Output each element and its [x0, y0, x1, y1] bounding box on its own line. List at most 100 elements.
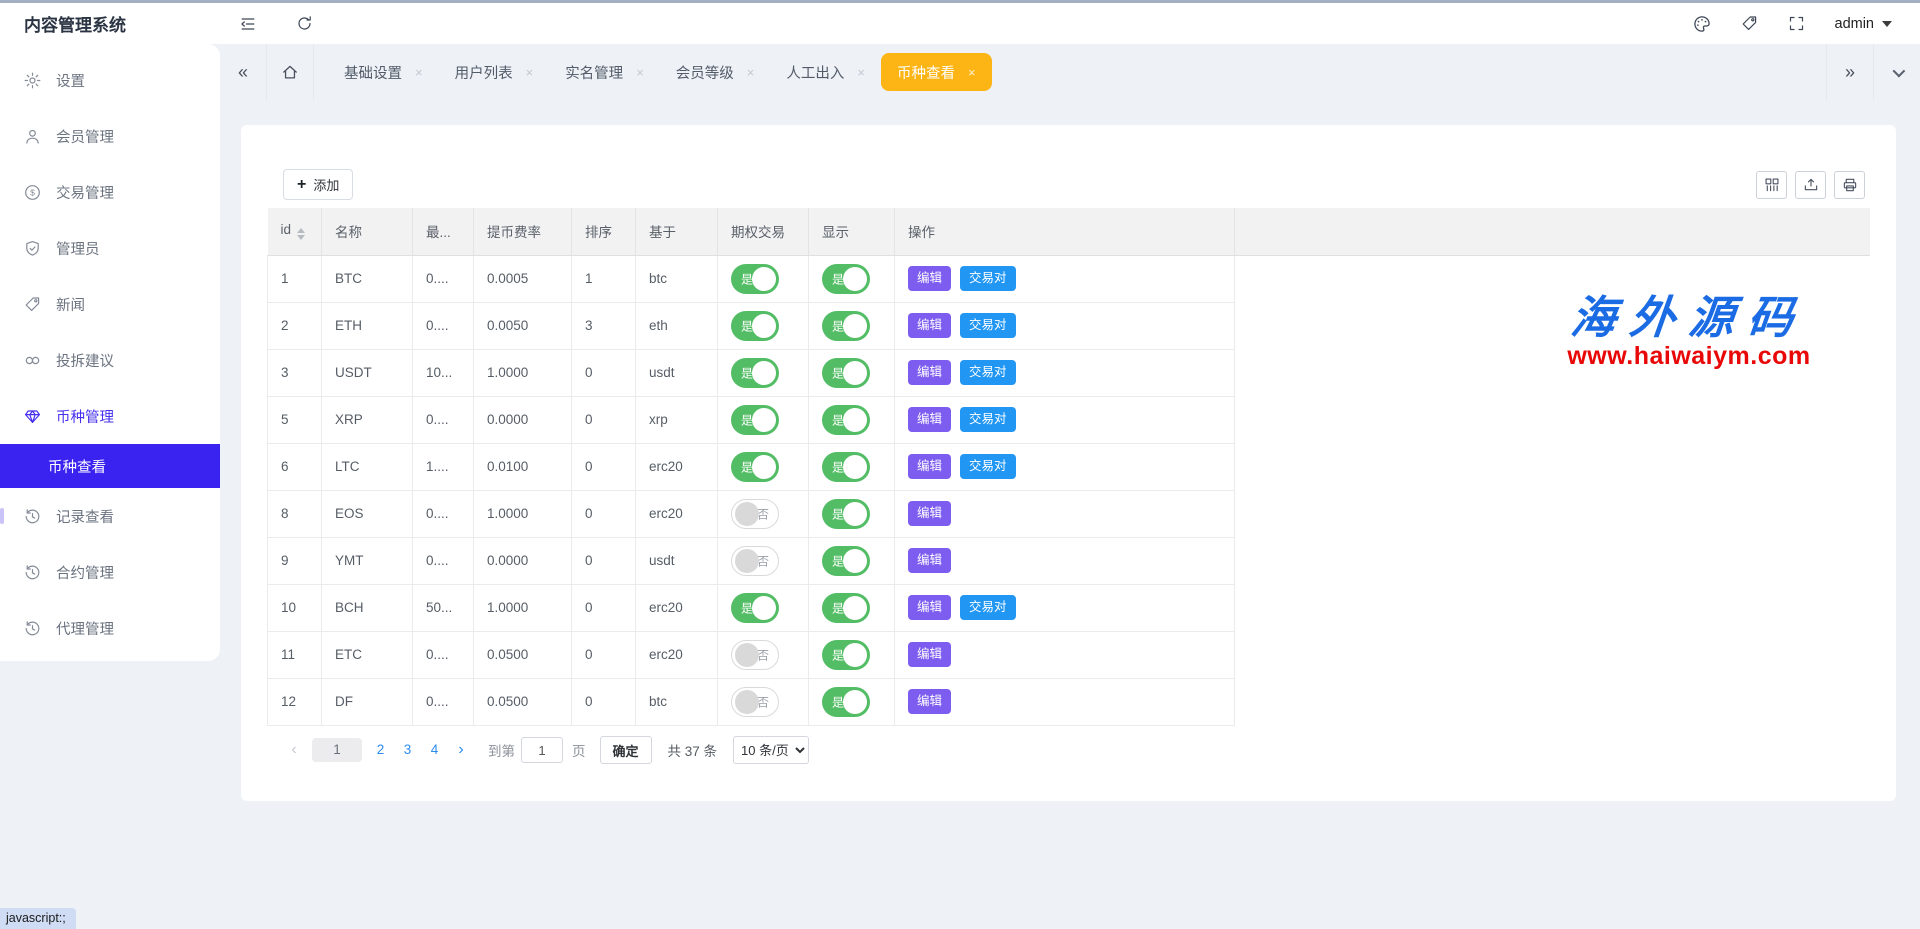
edit-button[interactable]: 编辑	[908, 548, 951, 573]
sort-icon[interactable]	[297, 228, 305, 240]
show-toggle[interactable]: 是	[822, 452, 870, 482]
show-toggle[interactable]: 是	[822, 405, 870, 435]
cell-show: 是	[809, 584, 895, 631]
sidebar-item-contracts[interactable]: 合约管理	[0, 544, 220, 600]
cell-base: usdt	[636, 349, 718, 396]
tab-basic-settings[interactable]: 基础设置×	[328, 52, 439, 92]
edit-button[interactable]: 编辑	[908, 454, 951, 479]
show-toggle[interactable]: 是	[822, 264, 870, 294]
sidebar-item-trades[interactable]: $交易管理	[0, 164, 220, 220]
tab-coin-view[interactable]: 币种查看×	[881, 53, 992, 91]
theme-palette-icon[interactable]	[1693, 15, 1711, 33]
trade-pair-button[interactable]: 交易对	[960, 454, 1016, 479]
page-number-4[interactable]: 4	[421, 742, 448, 757]
close-icon[interactable]: ×	[857, 65, 865, 80]
trade-pair-button[interactable]: 交易对	[960, 360, 1016, 385]
cell-max-value: 0....	[426, 506, 449, 521]
option-toggle[interactable]: 否	[731, 499, 779, 529]
edit-button[interactable]: 编辑	[908, 266, 951, 291]
edit-button[interactable]: 编辑	[908, 689, 951, 714]
trade-pair-button[interactable]: 交易对	[960, 266, 1016, 291]
prev-page-button[interactable]: ‹	[281, 741, 307, 759]
goto-confirm-button[interactable]: 确定	[600, 736, 652, 764]
show-toggle[interactable]: 是	[822, 640, 870, 670]
edit-button[interactable]: 编辑	[908, 501, 951, 526]
page-number-2[interactable]: 2	[367, 742, 394, 757]
sidebar-item-feedback[interactable]: 投拆建议	[0, 332, 220, 388]
sidebar-item-agents[interactable]: 代理管理	[0, 600, 220, 656]
show-toggle[interactable]: 是	[822, 687, 870, 717]
user-menu[interactable]: admin	[1835, 16, 1893, 32]
cell-max: 0....	[413, 490, 474, 537]
toggle-knob	[735, 690, 759, 714]
sidebar-item-news[interactable]: 新闻	[0, 276, 220, 332]
page-number-1[interactable]: 1	[312, 738, 362, 762]
cell-option: 是	[718, 349, 809, 396]
trade-pair-button[interactable]: 交易对	[960, 595, 1016, 620]
sidebar-item-settings[interactable]: 设置	[0, 52, 220, 108]
edit-button[interactable]: 编辑	[908, 360, 951, 385]
refresh-button[interactable]	[276, 15, 332, 32]
edit-button[interactable]: 编辑	[908, 642, 951, 667]
option-toggle[interactable]: 是	[731, 452, 779, 482]
option-toggle[interactable]: 是	[731, 311, 779, 341]
cell-base-value: usdt	[649, 365, 675, 380]
tabs-scroll-right-button[interactable]: »	[1827, 44, 1873, 100]
close-icon[interactable]: ×	[747, 65, 755, 80]
tab-user-list[interactable]: 用户列表×	[439, 52, 550, 92]
sidebar: 设置会员管理$交易管理管理员新闻投拆建议币种管理币种查看记录查看合约管理代理管理	[0, 44, 220, 661]
option-toggle[interactable]: 否	[731, 546, 779, 576]
goto-page-input[interactable]	[521, 737, 563, 763]
cell-id: 6	[268, 443, 322, 490]
tab-member-level[interactable]: 会员等级×	[660, 52, 771, 92]
fullscreen-icon[interactable]	[1788, 15, 1805, 32]
menu-fold-button[interactable]	[220, 15, 276, 33]
tab-manual-io[interactable]: 人工出入×	[770, 52, 881, 92]
sidebar-item-members[interactable]: 会员管理	[0, 108, 220, 164]
show-toggle[interactable]: 是	[822, 499, 870, 529]
page-number-3[interactable]: 3	[394, 742, 421, 757]
trade-pair-button[interactable]: 交易对	[960, 407, 1016, 432]
edit-button[interactable]: 编辑	[908, 313, 951, 338]
next-page-button[interactable]: ›	[448, 741, 474, 759]
close-icon[interactable]: ×	[636, 65, 644, 80]
cell-sort-value: 0	[585, 459, 593, 474]
tag-icon[interactable]	[1741, 15, 1758, 32]
show-toggle[interactable]: 是	[822, 358, 870, 388]
tab-realname[interactable]: 实名管理×	[549, 52, 660, 92]
close-icon[interactable]: ×	[415, 65, 423, 80]
show-toggle[interactable]: 是	[822, 546, 870, 576]
print-button[interactable]	[1834, 171, 1865, 199]
page-size-select[interactable]: 10 条/页	[733, 736, 809, 764]
tabs-scroll-left-button[interactable]: «	[220, 44, 266, 100]
trade-pair-button[interactable]: 交易对	[960, 313, 1016, 338]
close-icon[interactable]: ×	[968, 65, 976, 80]
column-header-0[interactable]: id	[268, 208, 322, 255]
edit-button[interactable]: 编辑	[908, 407, 951, 432]
show-toggle[interactable]: 是	[822, 593, 870, 623]
edit-button[interactable]: 编辑	[908, 595, 951, 620]
sidebar-item-admins[interactable]: 管理员	[0, 220, 220, 276]
close-icon[interactable]: ×	[526, 65, 534, 80]
show-toggle[interactable]: 是	[822, 311, 870, 341]
option-toggle[interactable]: 是	[731, 358, 779, 388]
option-toggle[interactable]: 是	[731, 593, 779, 623]
coin-table: id名称最...提币费率排序基于期权交易显示操作 1BTC0....0.0005…	[267, 208, 1870, 726]
cell-id-value: 6	[281, 459, 289, 474]
cell-name: DF	[322, 678, 413, 725]
cell-max: 0....	[413, 255, 474, 302]
option-toggle[interactable]: 否	[731, 640, 779, 670]
option-toggle[interactable]: 是	[731, 405, 779, 435]
option-toggle[interactable]: 否	[731, 687, 779, 717]
option-toggle[interactable]: 是	[731, 264, 779, 294]
sidebar-item-records[interactable]: 记录查看	[0, 488, 220, 544]
sidebar-scrollbar-thumb[interactable]	[0, 508, 4, 524]
tabs-menu-button[interactable]	[1874, 44, 1920, 100]
sidebar-item-coins[interactable]: 币种管理	[0, 388, 220, 444]
columns-toggle-button[interactable]	[1756, 171, 1787, 199]
add-button[interactable]: + 添加	[283, 169, 353, 200]
sidebar-subitem-coin-view[interactable]: 币种查看	[0, 444, 220, 488]
cell-max-value: 0....	[426, 553, 449, 568]
export-button[interactable]	[1795, 171, 1826, 199]
home-tab-button[interactable]	[267, 44, 313, 100]
